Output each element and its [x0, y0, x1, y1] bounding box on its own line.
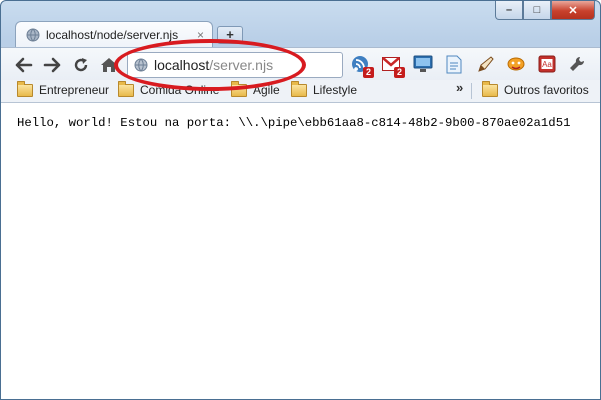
- folder-icon: [482, 80, 498, 97]
- reload-icon[interactable]: [70, 54, 92, 76]
- bookmarks-separator: [471, 83, 472, 99]
- window-controls: – □ ✕: [495, 1, 595, 20]
- response-text: Hello, world! Estou na porta: \\.\pipe\e…: [17, 116, 571, 130]
- document-icon[interactable]: [444, 54, 464, 74]
- bookmark-folder-lifestyle[interactable]: Lifestyle: [291, 80, 358, 97]
- page-content: Hello, world! Estou na porta: \\.\pipe\e…: [1, 103, 600, 399]
- browser-window: – □ ✕ localhost/node/server.njs × + loca…: [0, 0, 601, 400]
- wrench-icon[interactable]: [567, 54, 587, 74]
- bookmark-label: Outros favoritos: [504, 83, 589, 97]
- folder-icon: [291, 80, 307, 97]
- minimize-button[interactable]: –: [495, 1, 523, 20]
- folder-icon: [118, 80, 134, 97]
- bookmark-folder-entrepreneur[interactable]: Entrepreneur: [17, 80, 110, 97]
- bookmark-label: Lifestyle: [313, 83, 358, 97]
- maximize-button[interactable]: □: [523, 1, 551, 20]
- bug-icon[interactable]: [506, 54, 526, 74]
- gmail-badge: 2: [393, 67, 405, 78]
- back-arrow-icon[interactable]: [13, 54, 35, 76]
- page-globe-icon: [26, 28, 40, 42]
- gmail-icon[interactable]: 2: [381, 54, 405, 78]
- address-highlight-ellipse: [114, 39, 306, 91]
- dictionary-icon[interactable]: Aa: [537, 54, 557, 74]
- forward-arrow-icon[interactable]: [41, 54, 63, 76]
- svg-text:Aa: Aa: [542, 60, 552, 69]
- close-window-button[interactable]: ✕: [551, 1, 595, 20]
- bookmarks-overflow-chevron-icon[interactable]: »: [456, 80, 463, 95]
- rss-badge: 2: [362, 67, 374, 78]
- monitor-icon[interactable]: [413, 54, 433, 74]
- bookmark-folder-outros-favoritos[interactable]: Outros favoritos: [482, 80, 589, 97]
- folder-icon: [17, 80, 33, 97]
- bookmark-label: Entrepreneur: [39, 83, 110, 97]
- bookmarks-bar: Entrepreneur Comida Online Agile Lifesty…: [1, 80, 600, 103]
- pen-icon[interactable]: [476, 54, 496, 74]
- rss-icon[interactable]: 2: [350, 54, 374, 78]
